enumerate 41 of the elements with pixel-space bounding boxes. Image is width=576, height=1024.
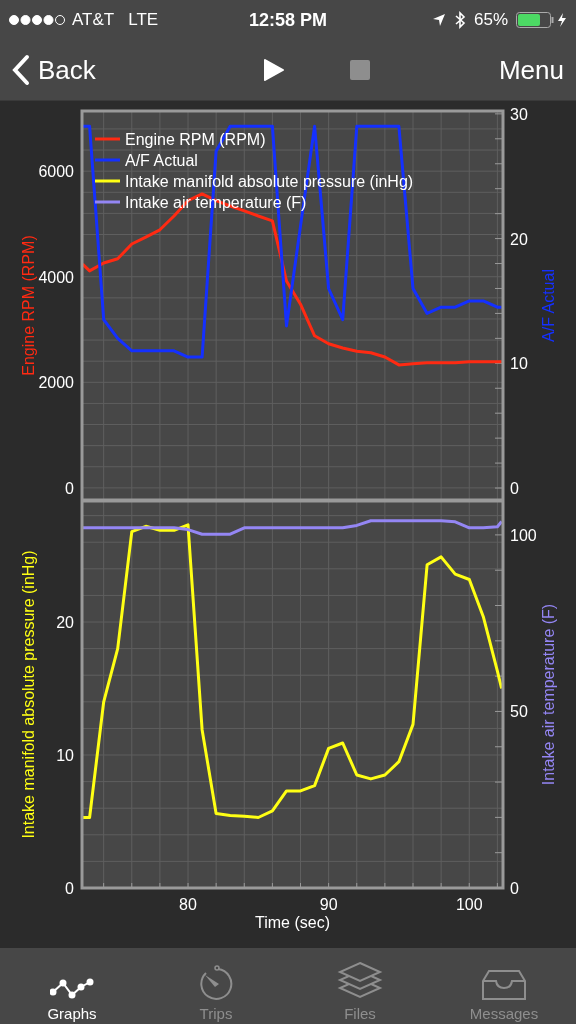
axis-tick-label: 20 — [510, 230, 528, 248]
axis-tick-label: 10 — [510, 355, 528, 373]
axis-tick-label: 0 — [510, 480, 519, 498]
axis-title: Engine RPM (RPM) — [20, 235, 37, 376]
axis-tick-label: 0 — [65, 479, 74, 497]
axis-tick-label: 4000 — [38, 268, 74, 286]
axis-tick-label: 30 — [510, 105, 528, 123]
axis-tick-label: 100 — [455, 896, 483, 913]
inbox-tray-icon — [481, 969, 527, 1001]
play-icon — [263, 58, 286, 82]
back-chevron-icon — [12, 54, 30, 86]
location-arrow-icon — [431, 13, 446, 27]
axis-tick-label: 10 — [56, 747, 74, 764]
axis-tick-label: 80 — [179, 896, 197, 913]
axis-tick-label: 2000 — [38, 374, 74, 392]
axis-title: Intake manifold absolute pressure (inHg) — [20, 550, 37, 839]
legend-label: A/F Actual — [125, 152, 198, 169]
signal-dots-icon — [8, 14, 66, 26]
stop-icon — [349, 59, 372, 81]
axis-title: A/F Actual — [540, 269, 557, 342]
battery-percent: 65% — [473, 10, 508, 30]
axis-tick-label: 50 — [510, 703, 528, 721]
carrier-name: AT&T — [72, 10, 115, 30]
clock-time: 12:58 PM — [248, 9, 327, 31]
stopwatch-icon — [197, 965, 235, 1001]
axis-title: Time (sec) — [255, 914, 330, 931]
tab-bar-item[interactable]: Graphs — [0, 948, 144, 1024]
layers-icon — [337, 959, 383, 1001]
battery-charging-icon — [516, 12, 568, 28]
axis-tick-label: 20 — [56, 614, 74, 631]
back-button[interactable]: Back — [12, 50, 96, 90]
axis-tick-label: 0 — [65, 880, 74, 897]
bluetooth-icon — [453, 11, 466, 29]
axis-title: Intake air temperature (F) — [540, 603, 557, 786]
line-graph-icon — [50, 977, 94, 1001]
axis-tick-label: 6000 — [38, 163, 74, 181]
axis-tick-label: 0 — [510, 880, 519, 897]
axis-tick-label: 100 — [510, 526, 537, 544]
menu-button[interactable]: Menu — [498, 50, 564, 90]
network-type: LTE — [128, 10, 159, 30]
axis-tick-label: 90 — [319, 896, 338, 913]
